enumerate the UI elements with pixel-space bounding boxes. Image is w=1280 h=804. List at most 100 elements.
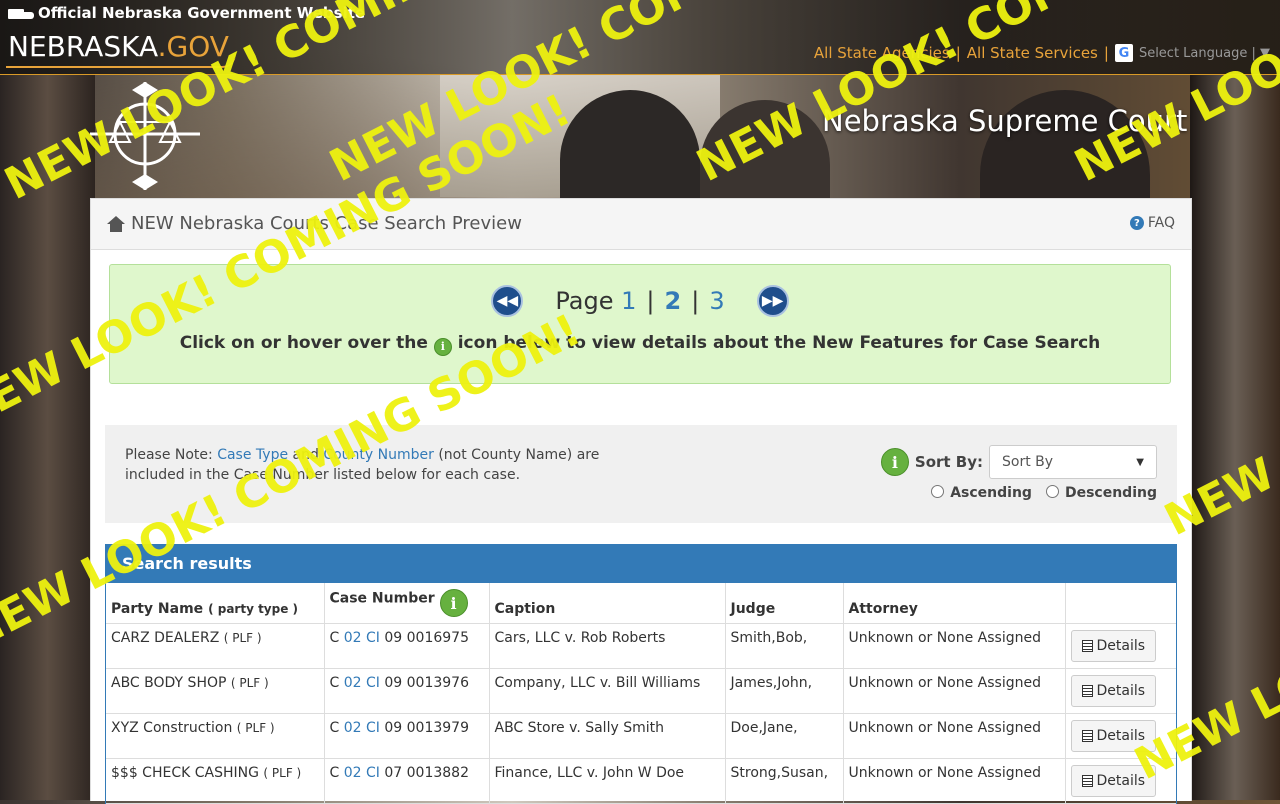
case-number-rest: 09 0016975	[384, 630, 469, 646]
details-button[interactable]: Details	[1070, 675, 1157, 707]
details-button[interactable]: Details	[1070, 765, 1157, 797]
sort-by-select[interactable]: Sort By ▼	[989, 445, 1157, 479]
features-text-after: icon below to view details about the New…	[457, 333, 1101, 353]
table-row: ABC BODY SHOP ( PLF ) C 02 CI 09 0013976…	[106, 668, 1176, 714]
sort-by-selected: Sort By	[1002, 454, 1054, 470]
details-button[interactable]: Details	[1070, 720, 1157, 752]
background-chair	[700, 100, 830, 200]
case-number-cell: C 02 CI 09 0016975	[324, 623, 490, 669]
page-link-3[interactable]: 3	[709, 287, 724, 315]
county-number-link[interactable]: 02	[344, 765, 362, 781]
case-prefix: C	[329, 765, 340, 781]
attorney: Unknown or None Assigned	[848, 675, 1042, 691]
nebraska-state-icon	[8, 7, 34, 20]
background-courtroom	[440, 74, 720, 197]
page-link-1[interactable]: 1	[621, 287, 636, 315]
background-chair	[1190, 74, 1280, 800]
descending-label: Descending	[1064, 485, 1157, 501]
case-prefix: C	[329, 675, 340, 691]
all-state-agencies-link[interactable]: All State Agencies	[814, 44, 950, 62]
list-icon	[1081, 640, 1093, 652]
case-number-cell: C 02 CI 07 0013882	[324, 758, 490, 804]
gov-header: Official Nebraska Government Website NEB…	[0, 0, 1280, 75]
column-caption[interactable]: Caption	[489, 583, 726, 624]
county-number-link[interactable]: County Number	[323, 447, 434, 463]
previous-page-button[interactable]: ◀◀	[491, 285, 524, 317]
question-icon: ?	[1129, 216, 1144, 230]
ascending-label: Ascending	[950, 485, 1032, 501]
county-number-link[interactable]: 02	[344, 675, 362, 691]
party-name-cell: XYZ Construction ( PLF )	[106, 713, 325, 759]
sort-direction: Ascending Descending	[931, 485, 1157, 501]
court-title: Nebraska Supreme Court	[822, 104, 1188, 138]
all-state-services-link[interactable]: All State Services	[967, 44, 1098, 62]
party-name-cell: ABC BODY SHOP ( PLF )	[106, 668, 325, 714]
case-type-link[interactable]: CI	[366, 720, 380, 736]
details-button[interactable]: Details	[1070, 630, 1157, 662]
sort-info-icon[interactable]: i	[880, 448, 909, 476]
details-label: Details	[1096, 728, 1146, 744]
judge: Doe,Jane,	[730, 720, 798, 736]
case-number-rest: 09 0013976	[384, 675, 469, 691]
case-number-info-icon[interactable]: i	[439, 589, 468, 617]
column-judge[interactable]: Judge	[725, 583, 844, 624]
column-attorney[interactable]: Attorney	[843, 583, 1066, 624]
actions-cell: Details	[1065, 713, 1176, 759]
attorney: Unknown or None Assigned	[848, 630, 1042, 646]
info-icon[interactable]: i	[433, 337, 452, 356]
state-links: All State Agencies | All State Services …	[814, 44, 1270, 62]
caption-cell: Cars, LLC v. Rob Roberts	[489, 623, 726, 669]
descending-option[interactable]: Descending	[1045, 485, 1157, 501]
party-type: ( PLF )	[223, 631, 262, 645]
case-number-cell: C 02 CI 09 0013979	[324, 713, 490, 759]
column-case-number[interactable]: Case Number i	[324, 583, 490, 624]
note-prefix: Please Note:	[125, 447, 213, 463]
judge-cell: James,John,	[725, 668, 844, 714]
party-name: CARZ DEALERZ	[111, 630, 220, 646]
case-prefix: C	[329, 720, 340, 736]
list-icon	[1081, 775, 1093, 787]
home-icon[interactable]	[107, 215, 125, 232]
party-type: ( PLF )	[230, 676, 269, 690]
ascending-radio[interactable]	[931, 485, 945, 498]
county-number-link[interactable]: 02	[344, 720, 362, 736]
descending-radio[interactable]	[1045, 485, 1059, 498]
case-number-rest: 09 0013979	[384, 720, 469, 736]
attorney-cell: Unknown or None Assigned	[843, 623, 1066, 669]
faq-link[interactable]: ? FAQ	[1129, 215, 1175, 231]
case-type-link[interactable]: Case Type	[217, 447, 288, 463]
details-label: Details	[1096, 773, 1146, 789]
faq-label: FAQ	[1147, 215, 1175, 231]
caption-cell: Company, LLC v. Bill Williams	[489, 668, 726, 714]
caption: Cars, LLC v. Rob Roberts	[494, 630, 666, 646]
caption: Finance, LLC v. John W Doe	[494, 765, 685, 781]
caption-header: Caption	[494, 601, 556, 617]
separator: |	[1103, 44, 1109, 62]
judge-cell: Doe,Jane,	[725, 713, 844, 759]
panel-header: NEW Nebraska Courts Case Search Preview …	[91, 199, 1191, 250]
details-label: Details	[1096, 683, 1146, 699]
table-row: CARZ DEALERZ ( PLF ) C 02 CI 09 0016975 …	[106, 623, 1176, 669]
column-party-name[interactable]: Party Name ( party type )	[106, 583, 325, 624]
county-number-link[interactable]: 02	[344, 630, 362, 646]
page-current-2: 2	[664, 287, 682, 315]
panel-title-text: NEW Nebraska Courts Case Search Preview	[131, 213, 522, 234]
sort-and-note-area: Please Note: Case Type and County Number…	[105, 425, 1177, 523]
next-page-button[interactable]: ▶▶	[756, 285, 789, 317]
actions-cell: Details	[1065, 623, 1176, 669]
caption: Company, LLC v. Bill Williams	[494, 675, 701, 691]
case-type-link[interactable]: CI	[366, 630, 380, 646]
case-number-cell: C 02 CI 09 0013976	[324, 668, 490, 714]
case-number-header: Case Number	[329, 590, 435, 607]
party-name: XYZ Construction	[111, 720, 233, 736]
table-header-row: Party Name ( party type ) Case Number i …	[106, 583, 1176, 624]
caption-cell: ABC Store v. Sally Smith	[489, 713, 726, 759]
select-language-dropdown[interactable]: Select Language | ▼	[1139, 46, 1270, 61]
case-type-link[interactable]: CI	[366, 765, 380, 781]
list-icon	[1081, 685, 1093, 697]
caption: ABC Store v. Sally Smith	[494, 720, 664, 736]
case-type-link[interactable]: CI	[366, 675, 380, 691]
judge-header: Judge	[730, 601, 776, 617]
ascending-option[interactable]: Ascending	[931, 485, 1032, 501]
sort-by-label: Sort By:	[914, 453, 983, 471]
